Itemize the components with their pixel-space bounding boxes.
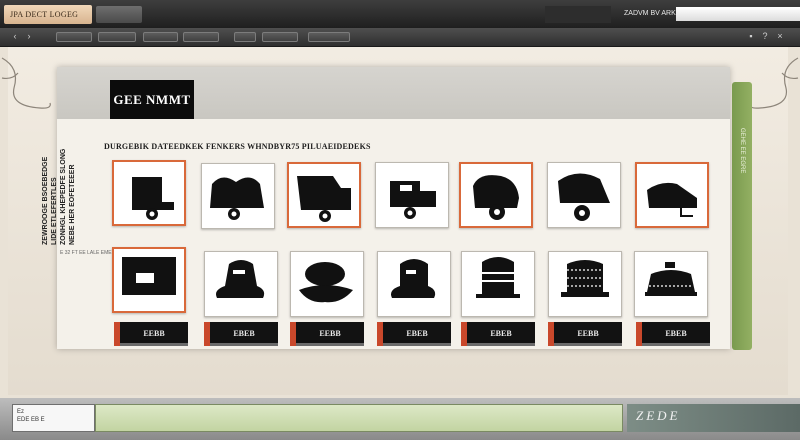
search-field[interactable]: [676, 7, 800, 21]
product-label: EEBB: [548, 322, 622, 346]
status-bar: Ez EDE EB E ZEDE: [0, 398, 800, 440]
product-label: EBEB: [636, 322, 710, 346]
title-bar-label: ZADVM BV ARK: [624, 10, 676, 17]
vertical-text: NEBE HER EOFETEEER: [69, 164, 76, 245]
window-tab[interactable]: [96, 6, 142, 23]
side-rail-label: GEHE EE EGRE: [739, 128, 745, 174]
side-rail[interactable]: [732, 82, 752, 350]
status-field[interactable]: Ez EDE EB E: [12, 404, 95, 432]
hat-icon: [299, 262, 353, 303]
hat-icon: [476, 257, 520, 298]
status-field-text-secondary: EDE EB E: [17, 417, 45, 423]
section-heading: DURGEBIK DATEEDKEK FENKERS WHNDBYR75 PIL…: [104, 142, 371, 151]
product-tile[interactable]: [290, 251, 364, 317]
hat-icon: [216, 260, 265, 298]
vertical-text: LIDE ETLEFERTLES: [51, 177, 58, 245]
back-icon[interactable]: ‹: [10, 31, 20, 41]
product-tile[interactable]: [112, 247, 186, 313]
helmet-icon: [390, 181, 436, 219]
hat-icon: [561, 260, 609, 297]
helmet-icon: [473, 175, 519, 220]
helmet-icon: [647, 182, 697, 217]
cap-icon: [122, 257, 176, 295]
product-label: EBEB: [377, 322, 451, 346]
product-tile[interactable]: [377, 251, 451, 317]
settings-icon[interactable]: ▪: [746, 31, 756, 41]
toolbar-button-6[interactable]: [262, 32, 298, 42]
product-label: EEBB: [290, 322, 364, 346]
product-tile[interactable]: [287, 162, 361, 228]
vertical-caption: E 32 FT EE LALE EME: [60, 250, 112, 256]
helmet-icon: [210, 177, 264, 220]
hat-icon: [645, 262, 697, 296]
product-label: EEBB: [114, 322, 188, 346]
toolbar-button-2[interactable]: [98, 32, 136, 42]
title-bar-spacer: [545, 6, 611, 23]
status-end-text: ZEDE: [636, 408, 681, 423]
product-tile[interactable]: [459, 162, 533, 228]
product-label: EBEB: [461, 322, 535, 346]
help-icon[interactable]: ?: [760, 31, 770, 41]
product-tile[interactable]: [112, 160, 186, 226]
helmet-icon: [132, 177, 174, 220]
product-label: EBEB: [204, 322, 278, 346]
decorative-curl-left: [1, 57, 51, 109]
product-tile[interactable]: [461, 251, 535, 317]
title-bar: JPA DECT LOGEG ZADVM BV ARK: [0, 0, 800, 28]
panel-header: GEE NMMT: [57, 67, 730, 119]
product-tile[interactable]: [548, 251, 622, 317]
product-tile[interactable]: [635, 162, 709, 228]
close-icon[interactable]: ×: [775, 31, 785, 41]
vertical-text: ZEWROOGE BSOEBEDGE: [42, 156, 49, 245]
logo: GEE NMMT: [110, 80, 194, 119]
helmet-icon: [297, 176, 351, 222]
vertical-text: ZONHGL KHEPEDFE SLONG: [60, 148, 67, 245]
product-tile[interactable]: [201, 163, 275, 229]
hat-icon: [391, 259, 436, 298]
product-tile[interactable]: [634, 251, 708, 317]
toolbar-button-7[interactable]: [308, 32, 350, 42]
app-tab[interactable]: JPA DECT LOGEG: [4, 5, 92, 24]
product-tile[interactable]: [547, 162, 621, 228]
status-field-text: Ez: [17, 409, 25, 415]
toolbar-button-5[interactable]: [234, 32, 256, 42]
toolbar: ‹ › ▪ ? ×: [0, 28, 800, 47]
forward-icon[interactable]: ›: [24, 31, 34, 41]
toolbar-button-3[interactable]: [143, 32, 178, 42]
product-tile[interactable]: [204, 251, 278, 317]
toolbar-button-1[interactable]: [56, 32, 92, 42]
product-tile[interactable]: [375, 162, 449, 228]
toolbar-button-4[interactable]: [183, 32, 219, 42]
vertical-text-block: ZEWROOGE BSOEBEDGE LIDE ETLEFERTLES ZONHGL…: [42, 125, 82, 265]
helmet-icon: [558, 173, 610, 221]
status-progress-bar: [95, 404, 623, 432]
